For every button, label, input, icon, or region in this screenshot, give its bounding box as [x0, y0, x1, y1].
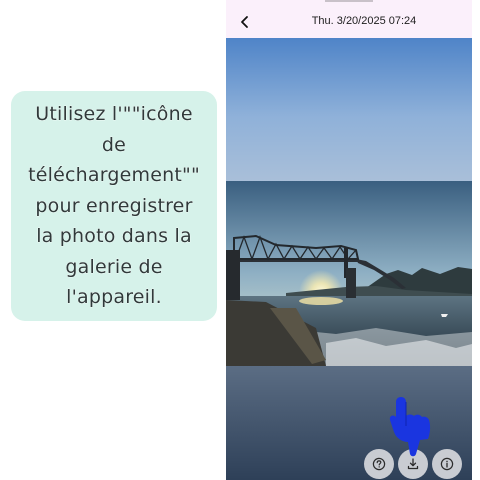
back-button[interactable] — [233, 10, 257, 34]
instruction-bubble: Utilisez l'""icône de téléchargement"" p… — [11, 91, 217, 321]
info-circle-icon — [440, 457, 454, 471]
question-circle-icon — [372, 457, 386, 471]
photo-viewer[interactable] — [226, 38, 472, 480]
instruction-text: Utilisez l'""icône de téléchargement"" p… — [28, 103, 200, 309]
photo-header: Thu. 3/20/2025 07:24 — [226, 0, 472, 38]
blurred-background-top — [226, 38, 472, 181]
photo-datetime: Thu. 3/20/2025 07:24 — [311, 15, 417, 27]
status-notch — [325, 0, 373, 2]
phone-screen: Thu. 3/20/2025 07:24 — [226, 0, 472, 480]
chevron-left-icon — [241, 16, 248, 28]
download-button[interactable] — [398, 449, 428, 479]
help-button[interactable] — [364, 449, 394, 479]
info-button[interactable] — [432, 449, 462, 479]
bridge-photo — [226, 181, 472, 366]
download-icon — [407, 458, 419, 470]
